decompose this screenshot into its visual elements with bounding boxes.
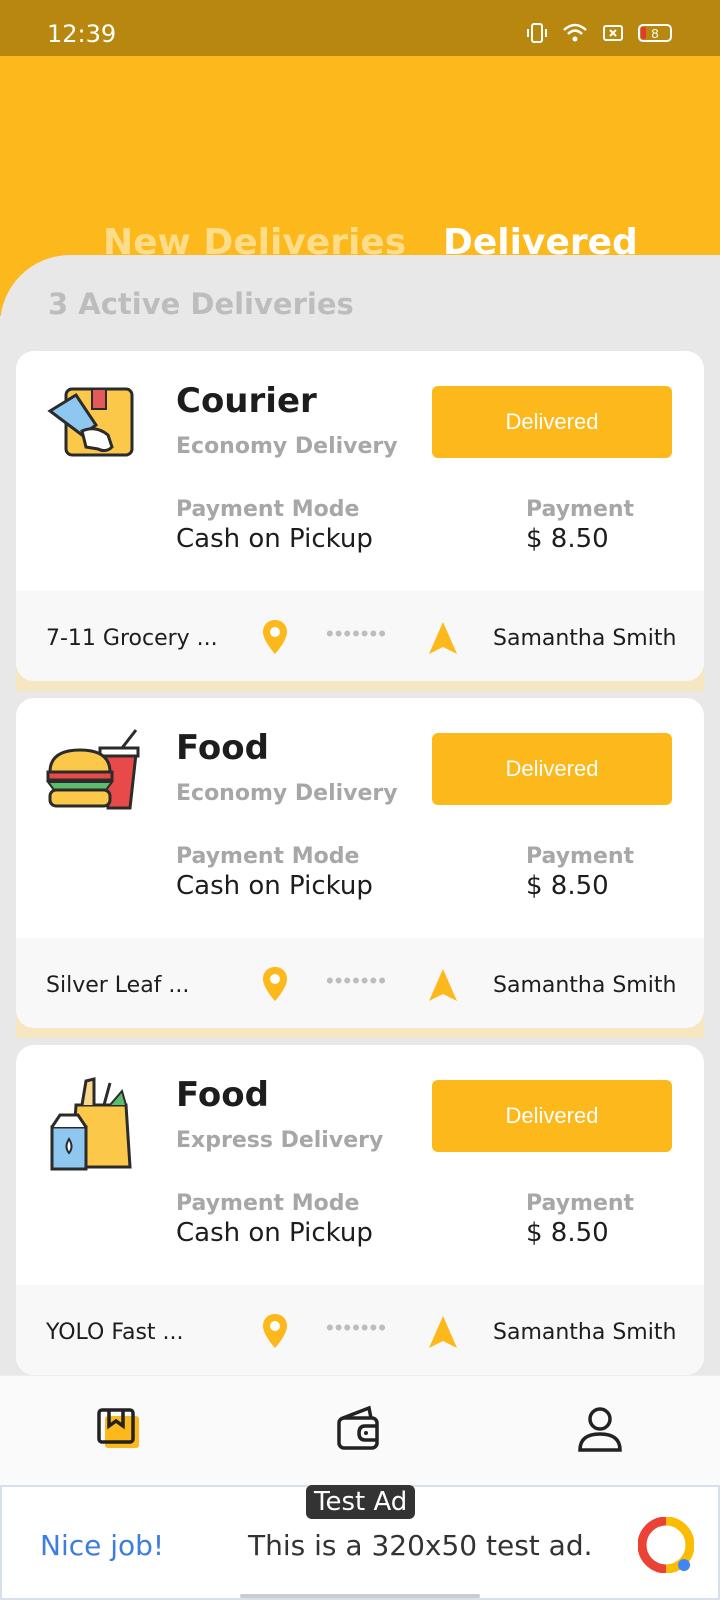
burger-drink-icon [46, 728, 140, 818]
vibrate-icon [527, 23, 547, 43]
delivery-card[interactable]: Food Economy Delivery Delivered Payment … [16, 698, 704, 1028]
card-title: Food [176, 1075, 269, 1115]
payment-value: $ 8.50 [526, 871, 609, 901]
status-time: 12:39 [47, 20, 117, 48]
location-pin-icon [263, 967, 287, 1001]
delivered-button[interactable]: Delivered [432, 1080, 672, 1152]
route-to: Samantha Smith [493, 626, 677, 651]
battery-level: 8 [651, 25, 659, 41]
delivery-card[interactable]: Food Express Delivery Delivered Payment … [16, 1045, 704, 1375]
deliveries-list[interactable]: 3 Active Deliveries Courier Economy Deli… [0, 255, 720, 1375]
bottom-nav [0, 1375, 720, 1485]
card-subtitle: Express Delivery [176, 1128, 384, 1153]
payment-label: Payment [526, 1191, 635, 1216]
route-row: 7-11 Grocery ... ••••••• Samantha Smith [16, 591, 704, 681]
card-subtitle: Economy Delivery [176, 434, 398, 459]
location-pin-icon [263, 620, 287, 654]
navigation-arrow-icon [429, 622, 457, 654]
ad-logo-icon [638, 1517, 694, 1573]
card-subtitle: Economy Delivery [176, 781, 398, 806]
wifi-icon [563, 23, 587, 42]
delivered-button[interactable]: Delivered [432, 733, 672, 805]
route-dots: ••••••• [326, 968, 387, 993]
delivery-card[interactable]: Courier Economy Delivery Delivered Payme… [16, 351, 704, 681]
profile-icon[interactable] [575, 1404, 625, 1454]
card-title: Food [176, 728, 269, 768]
payment-mode-label: Payment Mode [176, 844, 360, 869]
route-dots: ••••••• [326, 621, 387, 646]
route-from: 7-11 Grocery ... [46, 626, 218, 651]
status-icons: 8 [526, 22, 672, 44]
ad-text: This is a 320x50 test ad. [248, 1529, 593, 1562]
payment-mode-value: Cash on Pickup [176, 524, 373, 554]
payment-mode-label: Payment Mode [176, 497, 360, 522]
ad-banner[interactable]: Test Ad Nice job! This is a 320x50 test … [0, 1485, 720, 1600]
route-from: YOLO Fast ... [46, 1320, 184, 1345]
grocery-bag-icon [46, 1075, 136, 1171]
payment-label: Payment [526, 497, 635, 522]
status-bar: 12:39 8 [0, 0, 720, 56]
payment-value: $ 8.50 [526, 524, 609, 554]
navigation-arrow-icon [429, 969, 457, 1001]
test-ad-tag: Test Ad [306, 1485, 416, 1519]
route-to: Samantha Smith [493, 973, 677, 998]
wallet-icon[interactable] [335, 1404, 385, 1454]
card-title: Courier [176, 381, 317, 421]
home-indicator [240, 1594, 480, 1598]
route-row: Silver Leaf ... ••••••• Samantha Smith [16, 938, 704, 1028]
payment-mode-value: Cash on Pickup [176, 1218, 373, 1248]
deliveries-icon[interactable] [95, 1404, 145, 1454]
payment-value: $ 8.50 [526, 1218, 609, 1248]
sim-icon [603, 25, 623, 41]
battery-icon: 8 [638, 24, 672, 42]
route-to: Samantha Smith [493, 1320, 677, 1345]
ad-nice-job[interactable]: Nice job! [40, 1529, 164, 1562]
delivered-button[interactable]: Delivered [432, 386, 672, 458]
payment-mode-value: Cash on Pickup [176, 871, 373, 901]
route-dots: ••••••• [326, 1315, 387, 1340]
route-row: YOLO Fast ... ••••••• Samantha Smith [16, 1285, 704, 1375]
payment-mode-label: Payment Mode [176, 1191, 360, 1216]
location-pin-icon [263, 1314, 287, 1348]
active-deliveries-count: 3 Active Deliveries [48, 287, 354, 321]
route-from: Silver Leaf ... [46, 973, 190, 998]
navigation-arrow-icon [429, 1316, 457, 1348]
courier-package-icon [46, 381, 136, 471]
payment-label: Payment [526, 844, 635, 869]
